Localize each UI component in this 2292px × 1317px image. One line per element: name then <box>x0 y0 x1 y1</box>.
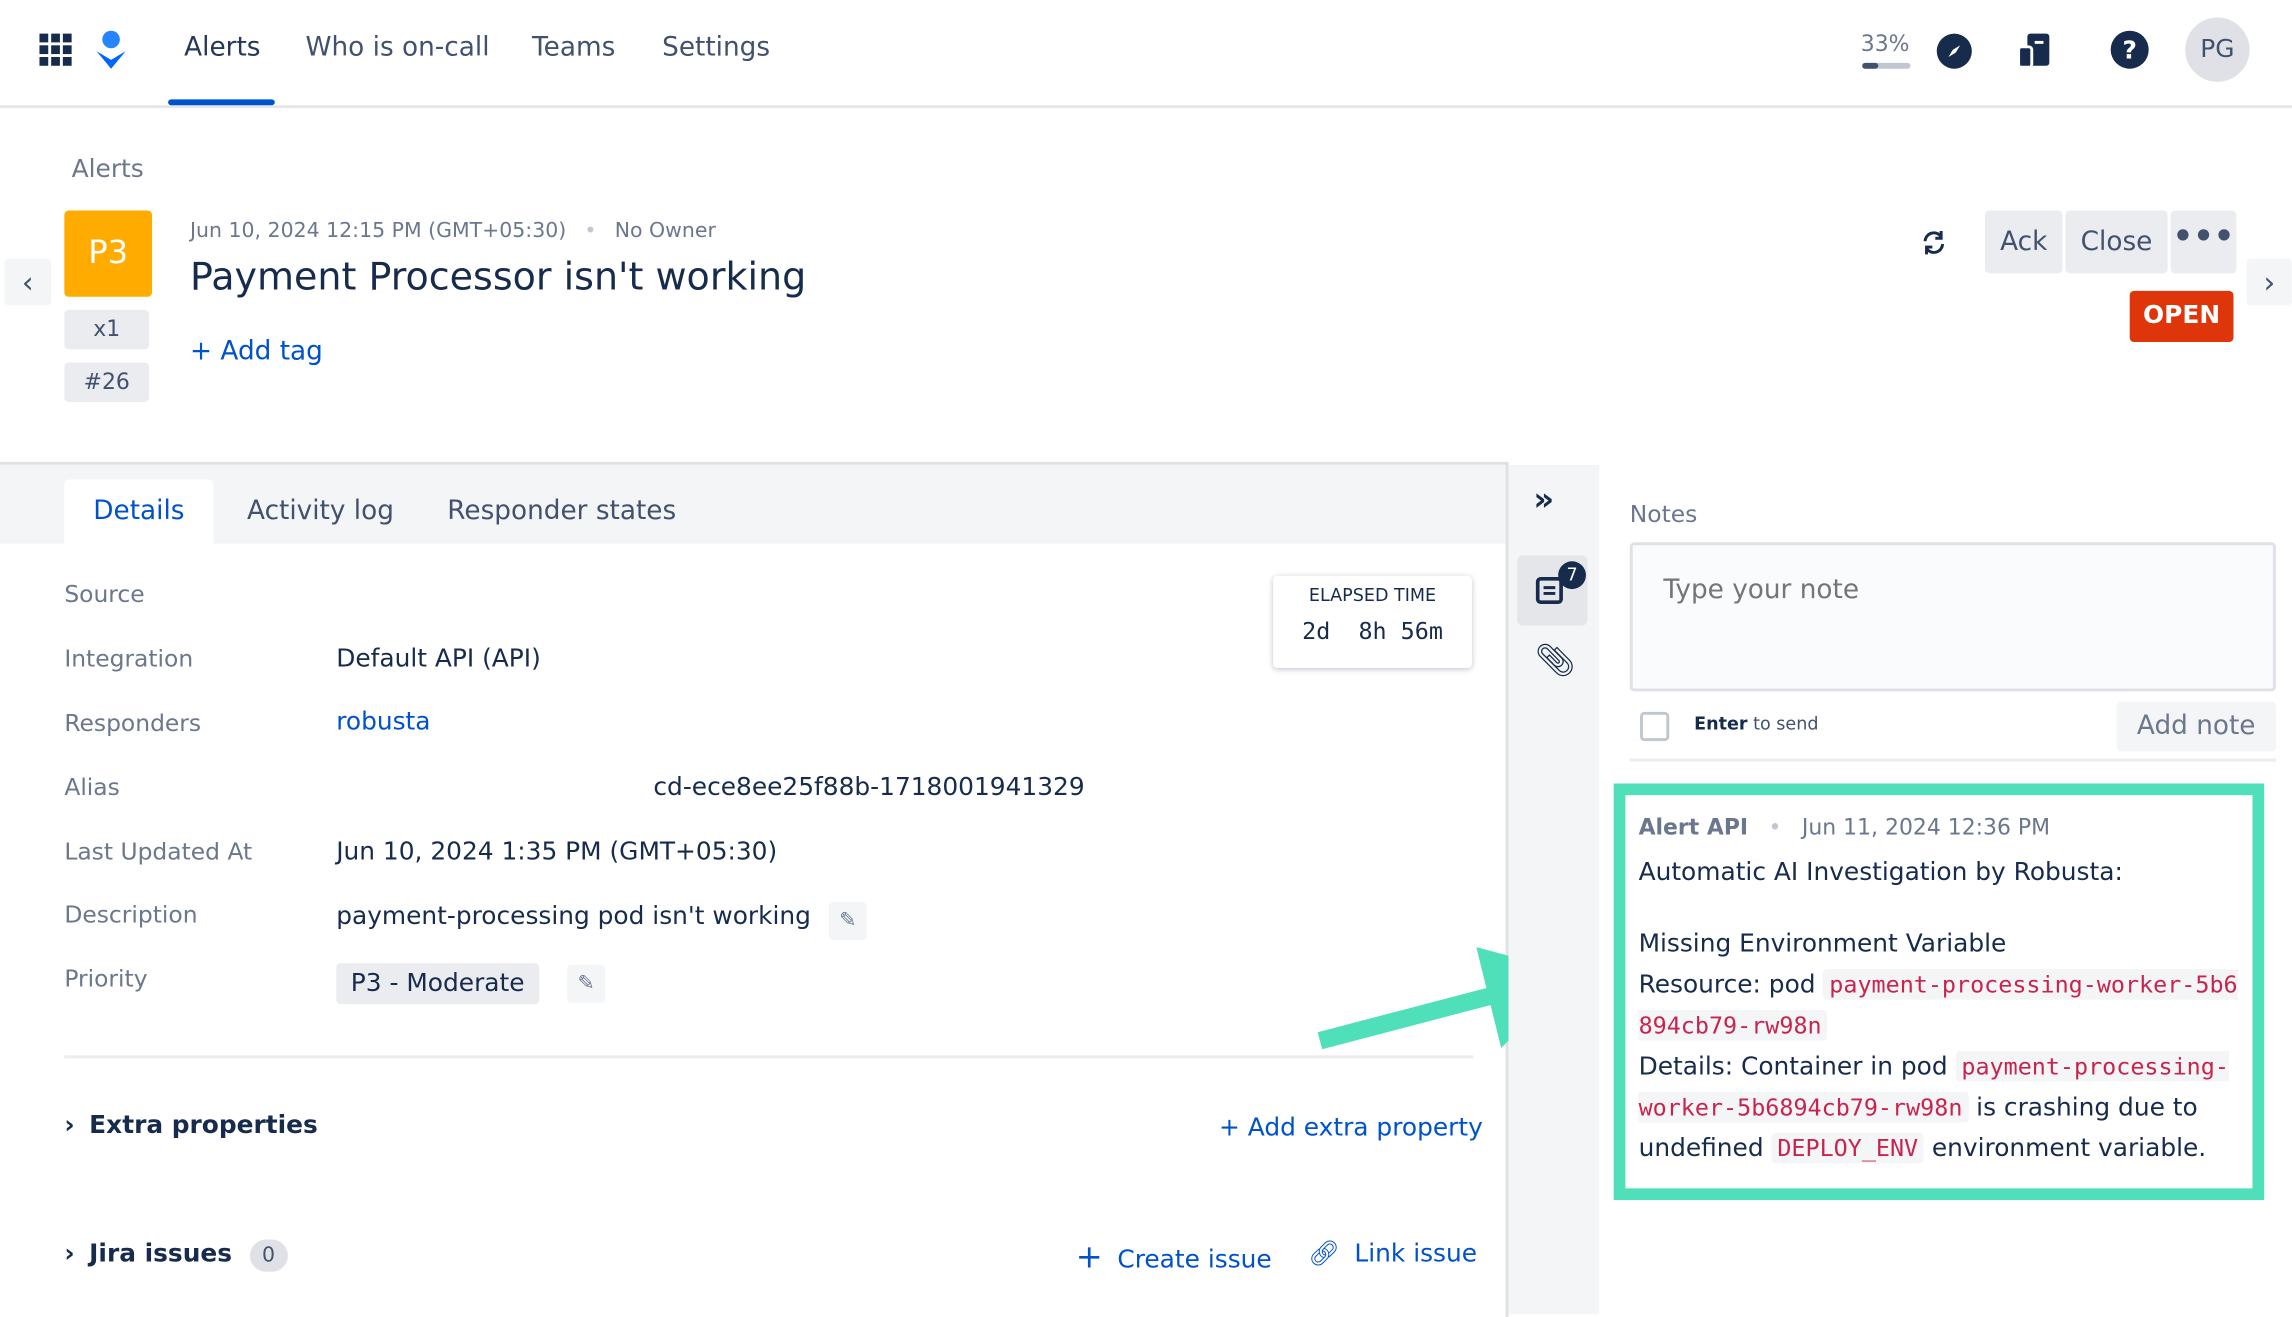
plus-icon: + <box>1075 1239 1103 1277</box>
app-switcher-icon[interactable] <box>39 33 72 66</box>
tab-bar <box>0 464 1506 544</box>
prev-alert-button[interactable]: ‹ <box>4 258 52 306</box>
last-updated-value: Jun 10, 2024 1:35 PM (GMT+05:30) <box>336 837 778 867</box>
breadcrumb[interactable]: Alerts <box>72 155 144 184</box>
more-actions-button[interactable]: ••• <box>2170 210 2237 274</box>
enter-key-label: Enter <box>1694 713 1748 734</box>
nav-active-indicator <box>168 99 275 106</box>
note-time: Jun 11, 2024 12:36 PM <box>1801 814 2051 841</box>
create-issue-button[interactable]: + Create issue <box>1076 1240 1272 1277</box>
note-author: Alert API <box>1638 814 1749 841</box>
ack-button[interactable]: Ack <box>1984 210 2063 274</box>
tab-responder-states[interactable]: Responder states <box>447 496 676 527</box>
note-line-intro: Automatic AI Investigation by Robusta: <box>1638 858 2123 888</box>
status-badge: OPEN <box>2129 290 2234 343</box>
responders-label: Responders <box>64 708 202 737</box>
integration-value: Default API (API) <box>336 644 541 674</box>
user-avatar[interactable]: PG <box>2185 17 2250 82</box>
jira-count-badge: 0 <box>249 1239 288 1272</box>
nav-teams[interactable]: Teams <box>532 32 615 63</box>
note-meta: Alert API • Jun 11, 2024 12:36 PM <box>1638 814 2051 841</box>
progress-label[interactable]: 33% <box>1861 31 1910 57</box>
env-var-code: DEPLOY_ENV <box>1771 1132 1924 1164</box>
collapse-panel-icon[interactable]: » <box>1533 482 1554 519</box>
source-label: Source <box>64 580 145 609</box>
priority-value: P3 - Moderate <box>336 963 540 1005</box>
notes-tab-button[interactable]: 7 <box>1517 555 1588 626</box>
divider <box>64 1055 1474 1059</box>
link-issue-button[interactable]: 🔗︎ Link issue <box>1308 1240 1477 1269</box>
progress-bar[interactable] <box>1862 62 1911 69</box>
notes-count-badge: 7 <box>1558 561 1586 590</box>
add-note-button[interactable]: Add note <box>2116 701 2276 752</box>
details-end: environment variable. <box>1923 1134 2207 1164</box>
tab-activity-log[interactable]: Activity log <box>247 496 394 527</box>
responder-link[interactable]: robusta <box>336 707 430 736</box>
note-line-details: Details: Container in pod payment-proces… <box>1638 1047 2241 1170</box>
chevron-right-icon: › <box>64 1110 75 1141</box>
enter-to-send-checkbox[interactable] <box>1640 711 1670 742</box>
elapsed-time-label: ELAPSED TIME <box>1308 584 1437 606</box>
extra-properties-heading: Extra properties <box>89 1110 318 1141</box>
alias-value: cd-ece8ee25f88b-1718001941329 <box>653 773 1085 803</box>
priority-badge: P3 <box>64 210 153 297</box>
nav-who-is-on-call[interactable]: Who is on-call <box>305 32 489 63</box>
created-timestamp: Jun 10, 2024 12:15 PM (GMT+05:30) <box>190 219 567 243</box>
notes-divider <box>1629 758 2276 762</box>
elapsed-time-card: ELAPSED TIME 2d 8h 56m <box>1273 575 1472 668</box>
edit-description-icon[interactable]: ✎ <box>828 901 867 940</box>
last-updated-label: Last Updated At <box>64 837 253 866</box>
enter-to-send-label: Enter to send <box>1694 713 1818 733</box>
jira-issues-heading: Jira issues <box>89 1239 233 1269</box>
alias-label: Alias <box>64 773 120 802</box>
elapsed-time-value: 2d 8h 56m <box>1302 616 1443 645</box>
alert-title: Payment Processor isn't working <box>190 255 807 300</box>
extra-properties-toggle[interactable]: › Extra properties <box>64 1111 317 1140</box>
integration-label: Integration <box>64 644 194 673</box>
svg-text:?: ? <box>2122 35 2136 64</box>
refresh-icon[interactable] <box>1919 228 1948 257</box>
next-alert-button[interactable]: › <box>2246 258 2292 306</box>
resource-prefix: Resource: pod <box>1638 970 1824 1000</box>
link-issue-label: Link issue <box>1354 1239 1478 1269</box>
alert-meta: Jun 10, 2024 12:15 PM (GMT+05:30) • No O… <box>190 219 716 243</box>
jira-issues-toggle[interactable]: › Jira issues 0 <box>64 1239 288 1272</box>
link-icon: 🔗︎ <box>1308 1239 1340 1269</box>
note-input[interactable] <box>1629 542 2276 692</box>
chevron-right-icon: › <box>64 1239 75 1269</box>
description-value: payment-processing pod isn't working <box>336 901 811 932</box>
owner[interactable]: No Owner <box>615 219 716 242</box>
add-extra-property-link[interactable]: + Add extra property <box>1219 1114 1483 1143</box>
release-notes-icon[interactable] <box>2017 32 2052 70</box>
attachment-icon[interactable]: 📎︎ <box>1535 643 1576 680</box>
note-line-title: Missing Environment Variable <box>1638 929 2007 959</box>
note-line-resource: Resource: pod payment-processing-worker-… <box>1638 965 2241 1047</box>
note-card: Alert API • Jun 11, 2024 12:36 PM Automati… <box>1613 783 2265 1201</box>
nav-settings[interactable]: Settings <box>662 32 770 63</box>
description-label: Description <box>64 900 198 929</box>
tab-details[interactable]: Details <box>64 479 214 544</box>
nav-alerts[interactable]: Alerts <box>184 32 260 63</box>
count-badge: x1 <box>64 309 150 350</box>
to-send-label: to send <box>1747 713 1819 734</box>
help-icon[interactable]: ? <box>2109 29 2150 70</box>
priority-label: Priority <box>64 964 148 993</box>
details-prefix: Details: Container in pod <box>1638 1052 1956 1082</box>
alert-number-badge: #26 <box>64 362 150 402</box>
add-tag-link[interactable]: + Add tag <box>190 336 323 367</box>
edit-priority-icon[interactable]: ✎ <box>567 964 606 1003</box>
notes-heading: Notes <box>1629 499 1698 528</box>
create-issue-label: Create issue <box>1117 1245 1272 1275</box>
close-button[interactable]: Close <box>2065 210 2168 274</box>
opsgenie-logo-icon[interactable] <box>94 29 129 70</box>
compass-icon[interactable] <box>1935 32 1973 70</box>
